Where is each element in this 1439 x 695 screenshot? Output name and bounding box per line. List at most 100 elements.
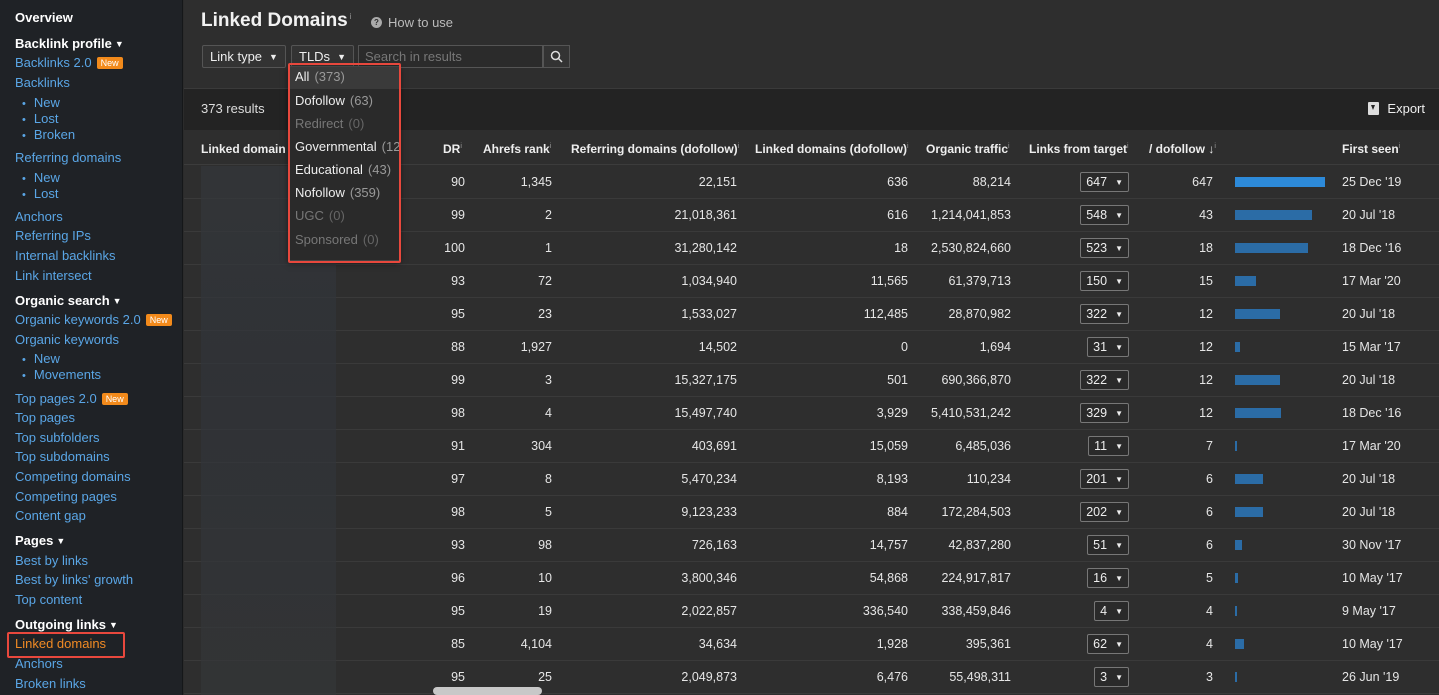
table-row[interactable]: 91 304 403,691 15,059 6,485,036 7 17 Mar '20 11… bbox=[184, 430, 1439, 463]
sidebar-item-competing-domains[interactable]: Competing domains bbox=[15, 469, 131, 484]
sidebar-item-internal-backlinks[interactable]: Internal backlinks bbox=[15, 248, 115, 263]
sidebar-item-top-subfolders[interactable]: Top subfolders bbox=[15, 430, 100, 445]
caret-down-icon: ▼ bbox=[114, 39, 124, 49]
col-ahrefs-rank[interactable]: Ahrefs ranki bbox=[483, 142, 551, 156]
caret-down-icon: ▼ bbox=[1115, 507, 1123, 517]
sidebar-item-out-anchors[interactable]: Anchors bbox=[15, 656, 63, 671]
links-from-target-dropdown[interactable]: 523 ▼ bbox=[1080, 238, 1129, 258]
table-row[interactable]: 93 72 1,034,940 11,565 61,379,713 15 17 Mar '2… bbox=[184, 265, 1439, 298]
info-icon[interactable]: i bbox=[550, 143, 552, 150]
links-from-target-dropdown[interactable]: 62 ▼ bbox=[1087, 634, 1129, 654]
sidebar-item-content-gap[interactable]: Content gap bbox=[15, 508, 86, 523]
sidebar-item-anchors[interactable]: Anchors bbox=[15, 209, 63, 224]
sidebar-item-backlinks-lost[interactable]: Lost bbox=[22, 111, 59, 126]
sidebar-item-top-pages2[interactable]: Top pages 2.0 New bbox=[15, 391, 128, 406]
col-first-seen[interactable]: First seeni bbox=[1342, 142, 1400, 156]
sidebar-item-backlinks-broken[interactable]: Broken bbox=[22, 127, 75, 142]
sidebar-item-referring-domains[interactable]: Referring domains bbox=[15, 150, 121, 165]
sidebar-item-top-subdomains[interactable]: Top subdomains bbox=[15, 449, 110, 464]
sidebar-item-best-by-links[interactable]: Best by links bbox=[15, 553, 88, 568]
table-row[interactable]: 99 3 15,327,175 501 690,366,870 12 20 Jul '18 3… bbox=[184, 364, 1439, 397]
table-row[interactable]: 97 8 5,470,234 8,193 110,234 6 20 Jul '18 201 ▼ bbox=[184, 463, 1439, 496]
table-row[interactable]: 95 25 2,049,873 6,476 55,498,311 3 26 Jun '19 3… bbox=[184, 661, 1439, 694]
info-icon[interactable]: i bbox=[1008, 143, 1010, 150]
horizontal-scrollbar[interactable] bbox=[433, 687, 542, 695]
sidebar-section-pages[interactable]: Pages ▼ bbox=[15, 533, 65, 548]
links-from-target-dropdown[interactable]: 11 ▼ bbox=[1088, 436, 1129, 456]
sidebar-item-broken-links[interactable]: Broken links bbox=[15, 676, 86, 691]
table-row[interactable]: 85 4,104 34,634 1,928 395,361 4 10 May '17 62 ▼ bbox=[184, 628, 1439, 661]
table-row[interactable]: 95 23 1,533,027 112,485 28,870,982 12 20 Jul '… bbox=[184, 298, 1439, 331]
sidebar-item-rd-new[interactable]: New bbox=[22, 170, 60, 185]
links-from-target-dropdown[interactable]: 201 ▼ bbox=[1080, 469, 1129, 489]
sidebar-item-top-pages[interactable]: Top pages bbox=[15, 410, 75, 425]
table-row[interactable]: 98 4 15,497,740 3,929 5,410,531,242 12 18 Dec … bbox=[184, 397, 1439, 430]
info-icon[interactable]: i bbox=[738, 143, 740, 150]
col-ref-domains[interactable]: Referring domains (dofollow)i bbox=[571, 142, 739, 156]
sidebar-item-backlinks-new[interactable]: New bbox=[22, 95, 60, 110]
sidebar-item-backlinks[interactable]: Backlinks bbox=[15, 75, 70, 90]
info-icon[interactable]: i bbox=[350, 12, 352, 21]
links-from-target-dropdown[interactable]: 51 ▼ bbox=[1087, 535, 1129, 555]
cell-organic-traffic: 5,410,531,242 bbox=[931, 406, 1011, 420]
sidebar-item-organic-keywords[interactable]: Organic keywords bbox=[15, 332, 119, 347]
info-icon[interactable]: i bbox=[907, 143, 909, 150]
links-from-target-dropdown[interactable]: 31 ▼ bbox=[1087, 337, 1129, 357]
sidebar-section-organic-search[interactable]: Organic search ▼ bbox=[15, 293, 122, 308]
sidebar-item-organic-keywords2[interactable]: Organic keywords 2.0 New bbox=[15, 312, 172, 327]
links-from-target-dropdown[interactable]: 3 ▼ bbox=[1094, 667, 1129, 687]
table-row[interactable]: 88 1,927 14,502 0 1,694 12 15 Mar '17 31 ▼ bbox=[184, 331, 1439, 364]
link-type-dropdown[interactable]: Link type ▼ bbox=[202, 45, 286, 68]
sidebar-item-referring-ips[interactable]: Referring IPs bbox=[15, 228, 91, 243]
how-to-use-link[interactable]: ? How to use bbox=[371, 15, 453, 30]
sidebar-item-ok-new[interactable]: New bbox=[22, 351, 60, 366]
links-count: 11 bbox=[1094, 439, 1108, 453]
caret-down-icon: ▼ bbox=[1115, 639, 1123, 649]
links-count: 4 bbox=[1100, 604, 1108, 618]
col-dofollow[interactable]: / dofollow ↓i bbox=[1149, 142, 1216, 156]
info-icon[interactable]: i bbox=[1399, 143, 1401, 150]
col-dr[interactable]: DRi bbox=[443, 142, 462, 156]
table-row[interactable]: 93 98 726,163 14,757 42,837,280 6 30 Nov '17 51… bbox=[184, 529, 1439, 562]
sidebar-section-backlink-profile[interactable]: Backlink profile ▼ bbox=[15, 36, 124, 51]
links-from-target-dropdown[interactable]: 202 ▼ bbox=[1080, 502, 1129, 522]
links-from-target-dropdown[interactable]: 329 ▼ bbox=[1080, 403, 1129, 423]
links-from-target-dropdown[interactable]: 322 ▼ bbox=[1080, 304, 1129, 324]
table-row[interactable]: 98 5 9,123,233 884 172,284,503 6 20 Jul '18 202… bbox=[184, 496, 1439, 529]
links-from-target-dropdown[interactable]: 4 ▼ bbox=[1094, 601, 1129, 621]
sidebar-item-rd-lost[interactable]: Lost bbox=[22, 186, 59, 201]
cell-ahrefs-rank: 98 bbox=[538, 538, 552, 552]
col-organic-traffic[interactable]: Organic traffici bbox=[926, 142, 1010, 156]
info-icon[interactable]: i bbox=[1214, 143, 1216, 150]
info-icon[interactable]: i bbox=[460, 143, 462, 150]
sidebar-item-link-intersect[interactable]: Link intersect bbox=[15, 268, 92, 283]
cell-ahrefs-rank: 3 bbox=[545, 373, 552, 387]
links-from-target-dropdown[interactable]: 16 ▼ bbox=[1087, 568, 1129, 588]
cell-referring-domains: 5,470,234 bbox=[681, 472, 737, 486]
sidebar-item-top-content[interactable]: Top content bbox=[15, 592, 82, 607]
links-from-target-dropdown[interactable]: 548 ▼ bbox=[1080, 205, 1129, 225]
links-from-target-dropdown[interactable]: 647 ▼ bbox=[1080, 172, 1129, 192]
sidebar-item-best-by-links-growth[interactable]: Best by links' growth bbox=[15, 572, 133, 587]
col-linked-domains[interactable]: Linked domains (dofollow)i bbox=[755, 142, 909, 156]
cell-referring-domains: 1,034,940 bbox=[681, 274, 737, 288]
sidebar-item-backlinks2[interactable]: Backlinks 2.0 New bbox=[15, 55, 123, 70]
sidebar-item-competing-pages[interactable]: Competing pages bbox=[15, 489, 117, 504]
col-linked-domain[interactable]: Linked domain bbox=[201, 142, 286, 156]
export-button[interactable]: Export bbox=[1368, 101, 1425, 116]
sidebar-section-outgoing-links[interactable]: Outgoing links ▼ bbox=[15, 617, 118, 632]
search-button[interactable] bbox=[543, 45, 570, 68]
caret-down-icon: ▼ bbox=[1115, 177, 1123, 187]
sidebar-overview[interactable]: Overview bbox=[15, 10, 73, 25]
links-from-target-dropdown[interactable]: 150 ▼ bbox=[1080, 271, 1129, 291]
caret-down-icon: ▼ bbox=[1115, 210, 1123, 220]
table-row[interactable]: 95 19 2,022,857 336,540 338,459,846 4 9 May '1… bbox=[184, 595, 1439, 628]
info-icon[interactable]: i bbox=[1127, 143, 1129, 150]
cell-first-seen: 17 Mar '20 bbox=[1342, 274, 1401, 288]
cell-dofollow: 5 bbox=[1206, 571, 1213, 585]
links-from-target-dropdown[interactable]: 322 ▼ bbox=[1080, 370, 1129, 390]
sidebar-item-ok-movements[interactable]: Movements bbox=[22, 367, 101, 382]
table-row[interactable]: 96 10 3,800,346 54,868 224,917,817 5 10 May '1… bbox=[184, 562, 1439, 595]
col-links-from-target[interactable]: Links from targeti bbox=[1029, 142, 1129, 156]
cell-ahrefs-rank: 72 bbox=[538, 274, 552, 288]
